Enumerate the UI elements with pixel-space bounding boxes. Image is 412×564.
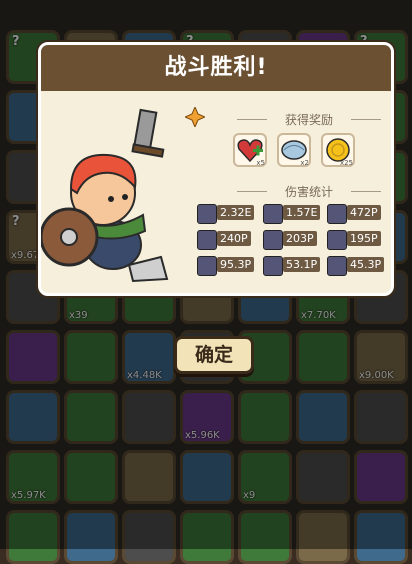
hero-portrait-icon <box>197 256 217 276</box>
hero-portrait-icon <box>263 230 283 250</box>
damage-entry: 195P <box>327 229 389 250</box>
reward-count: x5 <box>256 159 265 167</box>
reward-item: x2 <box>277 133 311 167</box>
damage-entry: 95.3P <box>197 255 259 276</box>
damage-value: 472P <box>347 205 381 220</box>
damage-entry: 472P <box>327 203 389 224</box>
rewards-section-title: 获得奖励 <box>231 111 387 128</box>
hero-portrait-icon <box>327 256 347 276</box>
damage-value: 240P <box>217 231 251 246</box>
hero-portrait-icon <box>197 204 217 224</box>
damage-entry: 1.57E <box>263 203 325 224</box>
hero-portrait-icon <box>263 204 283 224</box>
rewards-list: x5 x2 x25 <box>231 133 387 169</box>
damage-entry: 53.1P <box>263 255 325 276</box>
damage-value: 95.3P <box>217 257 255 272</box>
damage-value: 2.32E <box>217 205 255 220</box>
hero-portrait-icon <box>327 230 347 250</box>
sword-icon <box>131 108 165 158</box>
hero-portrait-icon <box>327 204 347 224</box>
damage-value: 203P <box>283 231 317 246</box>
confirm-button[interactable]: 确定 <box>174 336 254 374</box>
reward-item: x5 <box>233 133 267 167</box>
reward-count: x2 <box>300 159 309 167</box>
dialog-title: 战斗胜利! <box>41 45 391 91</box>
damage-entry: 2.32E <box>197 203 259 224</box>
damage-entry: 203P <box>263 229 325 250</box>
hero-portrait-icon <box>263 256 283 276</box>
damage-value: 45.3P <box>347 257 385 272</box>
damage-value: 1.57E <box>283 205 321 220</box>
damage-value: 195P <box>347 231 381 246</box>
victory-dialog: 战斗胜利! 获得奖励 x5 x2 x25 伤害统计 2.32E 1.57E 47… <box>38 42 394 296</box>
shield-icon <box>41 207 99 267</box>
damage-entry: 240P <box>197 229 259 250</box>
damage-value: 53.1P <box>283 257 321 272</box>
damage-entry: 45.3P <box>327 255 389 276</box>
reward-count: x25 <box>339 159 353 167</box>
reward-item: x25 <box>321 133 355 167</box>
hero-portrait-icon <box>197 230 217 250</box>
damage-section-title: 伤害统计 <box>231 183 387 200</box>
hero-character-illustration <box>41 108 169 283</box>
sparkle-icon <box>185 107 205 127</box>
